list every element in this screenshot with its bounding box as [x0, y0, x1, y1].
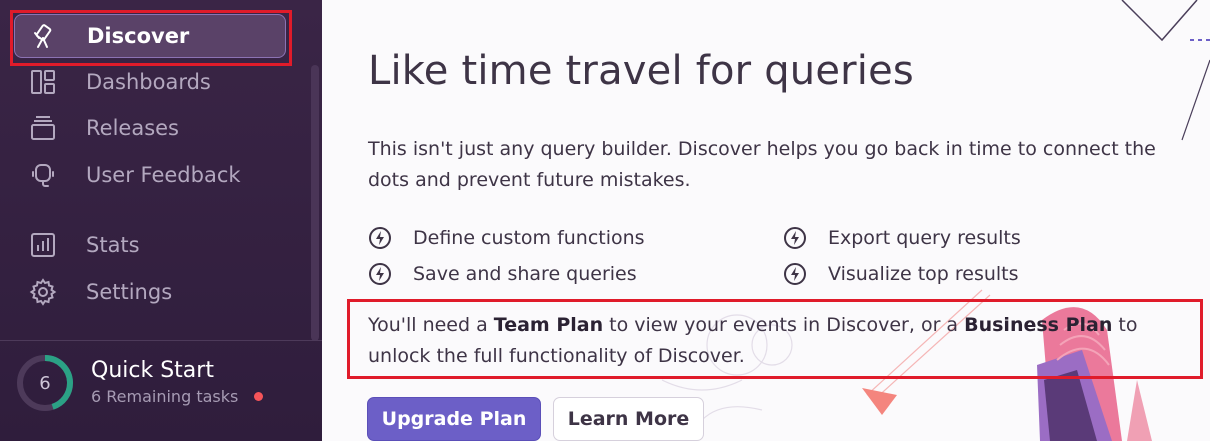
- plan-notice: You'll need a Team Plan to view your eve…: [368, 310, 1198, 372]
- quick-start-title: Quick Start: [91, 358, 214, 383]
- sidebar-item-label: Settings: [86, 280, 173, 304]
- team-plan-label: Team Plan: [493, 314, 604, 336]
- feature-item: Save and share queries: [368, 262, 637, 286]
- sidebar-item-stats[interactable]: Stats: [14, 223, 286, 267]
- feature-label: Export query results: [828, 227, 1021, 249]
- sidebar-scrollbar[interactable]: [311, 65, 319, 341]
- notification-dot: [254, 392, 263, 401]
- lightning-icon: [784, 263, 806, 285]
- feature-item: Visualize top results: [783, 262, 1019, 286]
- business-plan-label: Business Plan: [964, 314, 1113, 336]
- sidebar-item-user-feedback[interactable]: User Feedback: [14, 153, 286, 197]
- telescope-icon: [29, 21, 59, 51]
- sidebar-item-label: User Feedback: [86, 163, 241, 187]
- sidebar-item-label: Releases: [86, 116, 179, 140]
- sidebar-item-label: Stats: [86, 233, 140, 257]
- main-content: Like time travel for queries This isn't …: [322, 0, 1210, 441]
- sidebar-item-releases[interactable]: Releases: [14, 106, 286, 150]
- feature-label: Save and share queries: [413, 263, 637, 285]
- sidebar: Discover Dashboards Releases User Feedba…: [0, 0, 322, 441]
- notice-text: to view your events in Discover, or a: [603, 314, 965, 336]
- quick-start-panel[interactable]: 6 Quick Start 6 Remaining tasks: [16, 354, 306, 414]
- upgrade-plan-button[interactable]: Upgrade Plan: [367, 397, 541, 441]
- quick-start-subtitle: 6 Remaining tasks: [91, 387, 239, 406]
- notice-text: You'll need a: [368, 314, 494, 336]
- learn-more-button[interactable]: Learn More: [553, 397, 704, 441]
- page-description: This isn't just any query builder. Disco…: [368, 138, 1156, 191]
- sidebar-item-discover[interactable]: Discover: [14, 14, 286, 58]
- settings-icon: [28, 277, 58, 307]
- sidebar-item-label: Dashboards: [86, 70, 211, 94]
- sidebar-item-settings[interactable]: Settings: [14, 270, 286, 314]
- lightning-icon: [784, 227, 806, 249]
- quick-start-count: 6: [39, 372, 51, 394]
- sidebar-item-label: Discover: [87, 24, 190, 48]
- feature-label: Define custom functions: [413, 227, 645, 249]
- feature-item: Export query results: [783, 226, 1021, 250]
- sidebar-divider: [0, 340, 322, 341]
- feature-label: Visualize top results: [828, 263, 1019, 285]
- sidebar-item-dashboards[interactable]: Dashboards: [14, 60, 286, 104]
- releases-icon: [28, 113, 58, 143]
- feature-item: Define custom functions: [368, 226, 645, 250]
- page-title: Like time travel for queries: [368, 48, 914, 94]
- lightning-icon: [369, 227, 391, 249]
- feedback-icon: [28, 160, 58, 190]
- stats-icon: [28, 230, 58, 260]
- dashboard-icon: [28, 67, 58, 97]
- lightning-icon: [369, 263, 391, 285]
